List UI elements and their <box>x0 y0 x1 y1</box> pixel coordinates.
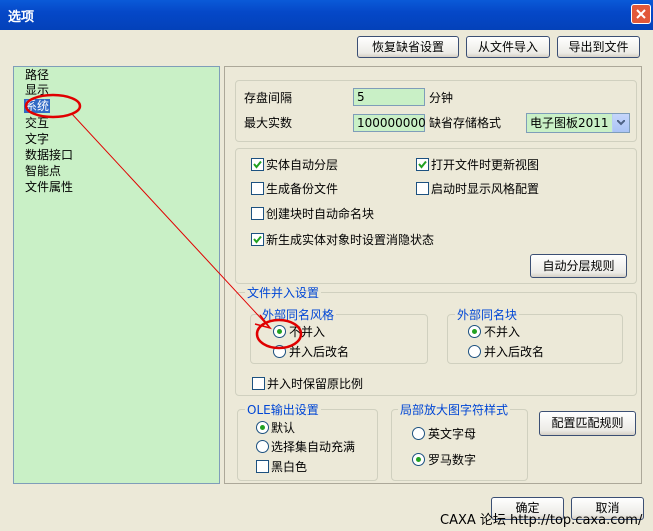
radio-dot <box>416 457 421 462</box>
backup-checkbox[interactable] <box>251 182 264 195</box>
update-view-label: 打开文件时更新视图 <box>431 158 540 172</box>
default-format-label: 缺省存储格式 <box>429 116 502 130</box>
style-merge-rename-label: 并入后改名 <box>289 345 350 359</box>
auto-layer-rules-button[interactable]: 自动分层规则 <box>530 254 627 278</box>
check-icon <box>253 235 262 244</box>
zoom-char-style-group <box>391 409 528 481</box>
backup-label: 生成备份文件 <box>266 182 339 196</box>
radio-dot <box>277 329 282 334</box>
english-letters-label: 英文字母 <box>428 427 477 441</box>
import-from-file-button[interactable]: 从文件导入 <box>466 36 550 58</box>
keep-ratio-checkbox[interactable] <box>252 377 265 390</box>
style-merge-rename-radio[interactable] <box>273 345 286 358</box>
format-dropdown-button[interactable] <box>612 114 629 132</box>
zoom-char-style-legend: 局部放大图字符样式 <box>398 403 511 417</box>
match-rules-label: 配置匹配规则 <box>551 416 624 430</box>
auto-layer-rules-label: 自动分层规则 <box>542 259 615 273</box>
ole-output-legend: OLE输出设置 <box>245 403 321 417</box>
window-title: 选项 <box>8 10 35 25</box>
style-no-merge-label: 不并入 <box>289 325 326 339</box>
roman-numerals-radio[interactable] <box>412 453 425 466</box>
import-from-file-label: 从文件导入 <box>477 40 538 54</box>
save-interval-input[interactable]: 5 <box>353 88 425 106</box>
style-merge-legend: 外部同名风格 <box>260 308 337 322</box>
ole-default-radio[interactable] <box>256 421 269 434</box>
save-interval-unit: 分钟 <box>429 91 454 105</box>
show-style-checkbox[interactable] <box>416 182 429 195</box>
black-white-checkbox[interactable] <box>256 460 269 473</box>
tree-item-file-properties[interactable]: 文件属性 <box>25 180 73 194</box>
auto-layer-checkbox[interactable] <box>251 158 264 171</box>
radio-dot <box>260 425 265 430</box>
hide-state-checkbox[interactable] <box>251 233 264 246</box>
keep-ratio-label: 并入时保留原比例 <box>267 377 364 391</box>
export-to-file-label: 导出到文件 <box>568 40 629 54</box>
tree-item-text[interactable]: 文字 <box>25 132 49 146</box>
title-bar: 选项 <box>0 0 653 30</box>
ole-default-label: 默认 <box>271 421 296 435</box>
max-real-label: 最大实数 <box>244 116 293 130</box>
ole-fill-radio[interactable] <box>256 440 269 453</box>
english-letters-radio[interactable] <box>412 427 425 440</box>
style-no-merge-radio[interactable] <box>273 325 286 338</box>
block-merge-rename-label: 并入后改名 <box>484 345 545 359</box>
check-icon <box>418 160 427 169</box>
restore-defaults-label: 恢复缺省设置 <box>371 40 444 54</box>
block-merge-legend: 外部同名块 <box>455 308 520 322</box>
default-format-value: 电子图板2011 <box>530 116 609 130</box>
block-no-merge-label: 不并入 <box>484 325 521 339</box>
file-merge-legend: 文件并入设置 <box>245 286 322 300</box>
tree-item-system[interactable]: 系统 <box>24 99 51 113</box>
default-format-select[interactable]: 电子图板2011 <box>526 113 630 133</box>
tree-item-display[interactable]: 显示 <box>25 83 49 97</box>
check-icon <box>253 160 262 169</box>
tree-item-smart-point[interactable]: 智能点 <box>25 164 61 178</box>
tree-item-path[interactable]: 路径 <box>25 68 49 82</box>
max-real-input[interactable]: 100000000 <box>353 114 426 132</box>
black-white-label: 黑白色 <box>271 460 308 474</box>
restore-defaults-button[interactable]: 恢复缺省设置 <box>357 36 459 58</box>
auto-layer-label: 实体自动分层 <box>266 158 339 172</box>
save-interval-label: 存盘间隔 <box>244 91 293 105</box>
block-no-merge-radio[interactable] <box>468 325 481 338</box>
chevron-down-icon <box>617 120 625 126</box>
tree-item-data-interface[interactable]: 数据接口 <box>25 148 73 162</box>
ole-fill-label: 选择集自动充满 <box>271 440 356 454</box>
roman-numerals-label: 罗马数字 <box>428 453 477 467</box>
update-view-checkbox[interactable] <box>416 158 429 171</box>
close-icon <box>636 9 646 19</box>
show-style-label: 启动时显示风格配置 <box>431 182 540 196</box>
hide-state-label: 新生成实体对象时设置消隐状态 <box>266 233 435 247</box>
export-to-file-button[interactable]: 导出到文件 <box>557 36 640 58</box>
block-merge-rename-radio[interactable] <box>468 345 481 358</box>
tree-item-interaction[interactable]: 交互 <box>25 116 49 130</box>
close-button[interactable] <box>631 4 651 24</box>
match-rules-button[interactable]: 配置匹配规则 <box>539 411 636 436</box>
auto-block-name-checkbox[interactable] <box>251 207 264 220</box>
forum-watermark: CAXA 论坛 http://top.caxa.com/ <box>440 513 643 528</box>
radio-dot <box>472 329 477 334</box>
auto-block-name-label: 创建块时自动命名块 <box>266 207 375 221</box>
